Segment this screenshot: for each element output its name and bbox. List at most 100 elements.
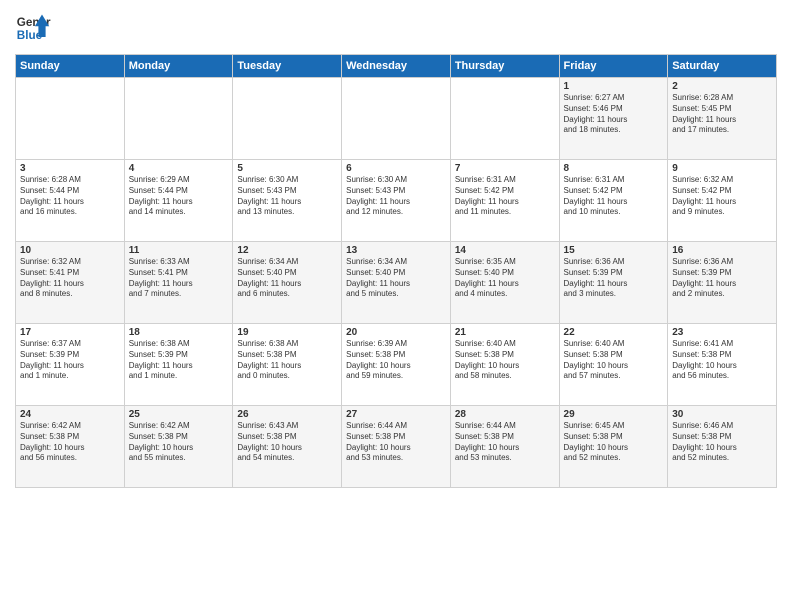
- calendar-cell: 22Sunrise: 6:40 AM Sunset: 5:38 PM Dayli…: [559, 324, 668, 406]
- day-number: 11: [129, 245, 229, 256]
- calendar-cell: 25Sunrise: 6:42 AM Sunset: 5:38 PM Dayli…: [124, 406, 233, 488]
- day-number: 22: [564, 327, 664, 338]
- day-info: Sunrise: 6:27 AM Sunset: 5:46 PM Dayligh…: [564, 93, 664, 136]
- day-info: Sunrise: 6:44 AM Sunset: 5:38 PM Dayligh…: [455, 421, 555, 464]
- col-thursday: Thursday: [450, 55, 559, 78]
- calendar-cell: 3Sunrise: 6:28 AM Sunset: 5:44 PM Daylig…: [16, 160, 125, 242]
- day-info: Sunrise: 6:36 AM Sunset: 5:39 PM Dayligh…: [672, 257, 772, 300]
- day-number: 26: [237, 409, 337, 420]
- calendar-row: 3Sunrise: 6:28 AM Sunset: 5:44 PM Daylig…: [16, 160, 777, 242]
- day-number: 29: [564, 409, 664, 420]
- day-number: 17: [20, 327, 120, 338]
- day-number: 15: [564, 245, 664, 256]
- day-number: 19: [237, 327, 337, 338]
- calendar-cell: 15Sunrise: 6:36 AM Sunset: 5:39 PM Dayli…: [559, 242, 668, 324]
- calendar-cell: 2Sunrise: 6:28 AM Sunset: 5:45 PM Daylig…: [668, 78, 777, 160]
- calendar-cell: 1Sunrise: 6:27 AM Sunset: 5:46 PM Daylig…: [559, 78, 668, 160]
- day-info: Sunrise: 6:38 AM Sunset: 5:39 PM Dayligh…: [129, 339, 229, 382]
- calendar-cell: 19Sunrise: 6:38 AM Sunset: 5:38 PM Dayli…: [233, 324, 342, 406]
- calendar-cell: 4Sunrise: 6:29 AM Sunset: 5:44 PM Daylig…: [124, 160, 233, 242]
- day-number: 2: [672, 81, 772, 92]
- day-number: 16: [672, 245, 772, 256]
- calendar-cell: 27Sunrise: 6:44 AM Sunset: 5:38 PM Dayli…: [342, 406, 451, 488]
- calendar-row: 10Sunrise: 6:32 AM Sunset: 5:41 PM Dayli…: [16, 242, 777, 324]
- calendar-cell: 9Sunrise: 6:32 AM Sunset: 5:42 PM Daylig…: [668, 160, 777, 242]
- day-info: Sunrise: 6:35 AM Sunset: 5:40 PM Dayligh…: [455, 257, 555, 300]
- calendar-cell: 18Sunrise: 6:38 AM Sunset: 5:39 PM Dayli…: [124, 324, 233, 406]
- day-number: 23: [672, 327, 772, 338]
- day-info: Sunrise: 6:39 AM Sunset: 5:38 PM Dayligh…: [346, 339, 446, 382]
- day-number: 25: [129, 409, 229, 420]
- day-number: 6: [346, 163, 446, 174]
- calendar-cell: 30Sunrise: 6:46 AM Sunset: 5:38 PM Dayli…: [668, 406, 777, 488]
- day-number: 12: [237, 245, 337, 256]
- day-info: Sunrise: 6:43 AM Sunset: 5:38 PM Dayligh…: [237, 421, 337, 464]
- calendar-cell: 16Sunrise: 6:36 AM Sunset: 5:39 PM Dayli…: [668, 242, 777, 324]
- calendar-cell: 12Sunrise: 6:34 AM Sunset: 5:40 PM Dayli…: [233, 242, 342, 324]
- header-row: Sunday Monday Tuesday Wednesday Thursday…: [16, 55, 777, 78]
- col-wednesday: Wednesday: [342, 55, 451, 78]
- day-number: 10: [20, 245, 120, 256]
- day-info: Sunrise: 6:34 AM Sunset: 5:40 PM Dayligh…: [346, 257, 446, 300]
- col-sunday: Sunday: [16, 55, 125, 78]
- calendar-cell: 28Sunrise: 6:44 AM Sunset: 5:38 PM Dayli…: [450, 406, 559, 488]
- calendar-cell: 23Sunrise: 6:41 AM Sunset: 5:38 PM Dayli…: [668, 324, 777, 406]
- day-number: 21: [455, 327, 555, 338]
- col-tuesday: Tuesday: [233, 55, 342, 78]
- calendar-cell: [124, 78, 233, 160]
- col-monday: Monday: [124, 55, 233, 78]
- day-number: 30: [672, 409, 772, 420]
- day-number: 24: [20, 409, 120, 420]
- calendar-cell: 13Sunrise: 6:34 AM Sunset: 5:40 PM Dayli…: [342, 242, 451, 324]
- day-info: Sunrise: 6:32 AM Sunset: 5:41 PM Dayligh…: [20, 257, 120, 300]
- day-info: Sunrise: 6:41 AM Sunset: 5:38 PM Dayligh…: [672, 339, 772, 382]
- calendar-cell: 8Sunrise: 6:31 AM Sunset: 5:42 PM Daylig…: [559, 160, 668, 242]
- day-info: Sunrise: 6:45 AM Sunset: 5:38 PM Dayligh…: [564, 421, 664, 464]
- day-number: 28: [455, 409, 555, 420]
- calendar-table: Sunday Monday Tuesday Wednesday Thursday…: [15, 54, 777, 488]
- calendar-cell: 7Sunrise: 6:31 AM Sunset: 5:42 PM Daylig…: [450, 160, 559, 242]
- calendar-cell: 21Sunrise: 6:40 AM Sunset: 5:38 PM Dayli…: [450, 324, 559, 406]
- calendar-cell: [233, 78, 342, 160]
- calendar-cell: 17Sunrise: 6:37 AM Sunset: 5:39 PM Dayli…: [16, 324, 125, 406]
- col-saturday: Saturday: [668, 55, 777, 78]
- day-info: Sunrise: 6:37 AM Sunset: 5:39 PM Dayligh…: [20, 339, 120, 382]
- calendar-cell: 20Sunrise: 6:39 AM Sunset: 5:38 PM Dayli…: [342, 324, 451, 406]
- day-number: 8: [564, 163, 664, 174]
- day-info: Sunrise: 6:28 AM Sunset: 5:45 PM Dayligh…: [672, 93, 772, 136]
- calendar-cell: 29Sunrise: 6:45 AM Sunset: 5:38 PM Dayli…: [559, 406, 668, 488]
- day-info: Sunrise: 6:32 AM Sunset: 5:42 PM Dayligh…: [672, 175, 772, 218]
- day-info: Sunrise: 6:29 AM Sunset: 5:44 PM Dayligh…: [129, 175, 229, 218]
- day-info: Sunrise: 6:40 AM Sunset: 5:38 PM Dayligh…: [455, 339, 555, 382]
- day-info: Sunrise: 6:28 AM Sunset: 5:44 PM Dayligh…: [20, 175, 120, 218]
- day-number: 7: [455, 163, 555, 174]
- day-number: 5: [237, 163, 337, 174]
- calendar-cell: 6Sunrise: 6:30 AM Sunset: 5:43 PM Daylig…: [342, 160, 451, 242]
- day-info: Sunrise: 6:36 AM Sunset: 5:39 PM Dayligh…: [564, 257, 664, 300]
- logo: General Blue: [15, 10, 51, 46]
- day-number: 13: [346, 245, 446, 256]
- logo-icon: General Blue: [15, 10, 51, 46]
- calendar-cell: 14Sunrise: 6:35 AM Sunset: 5:40 PM Dayli…: [450, 242, 559, 324]
- day-number: 14: [455, 245, 555, 256]
- calendar-cell: [342, 78, 451, 160]
- calendar-row: 24Sunrise: 6:42 AM Sunset: 5:38 PM Dayli…: [16, 406, 777, 488]
- day-info: Sunrise: 6:40 AM Sunset: 5:38 PM Dayligh…: [564, 339, 664, 382]
- calendar-cell: 10Sunrise: 6:32 AM Sunset: 5:41 PM Dayli…: [16, 242, 125, 324]
- calendar-cell: [450, 78, 559, 160]
- day-info: Sunrise: 6:30 AM Sunset: 5:43 PM Dayligh…: [346, 175, 446, 218]
- day-info: Sunrise: 6:30 AM Sunset: 5:43 PM Dayligh…: [237, 175, 337, 218]
- calendar-body: 1Sunrise: 6:27 AM Sunset: 5:46 PM Daylig…: [16, 78, 777, 488]
- day-info: Sunrise: 6:46 AM Sunset: 5:38 PM Dayligh…: [672, 421, 772, 464]
- day-info: Sunrise: 6:38 AM Sunset: 5:38 PM Dayligh…: [237, 339, 337, 382]
- header: General Blue: [15, 10, 777, 46]
- day-info: Sunrise: 6:31 AM Sunset: 5:42 PM Dayligh…: [564, 175, 664, 218]
- day-number: 9: [672, 163, 772, 174]
- day-number: 3: [20, 163, 120, 174]
- day-info: Sunrise: 6:42 AM Sunset: 5:38 PM Dayligh…: [20, 421, 120, 464]
- day-info: Sunrise: 6:33 AM Sunset: 5:41 PM Dayligh…: [129, 257, 229, 300]
- page-container: General Blue Sunday Monday Tuesday Wedne…: [0, 0, 792, 493]
- day-number: 27: [346, 409, 446, 420]
- calendar-cell: 26Sunrise: 6:43 AM Sunset: 5:38 PM Dayli…: [233, 406, 342, 488]
- calendar-row: 1Sunrise: 6:27 AM Sunset: 5:46 PM Daylig…: [16, 78, 777, 160]
